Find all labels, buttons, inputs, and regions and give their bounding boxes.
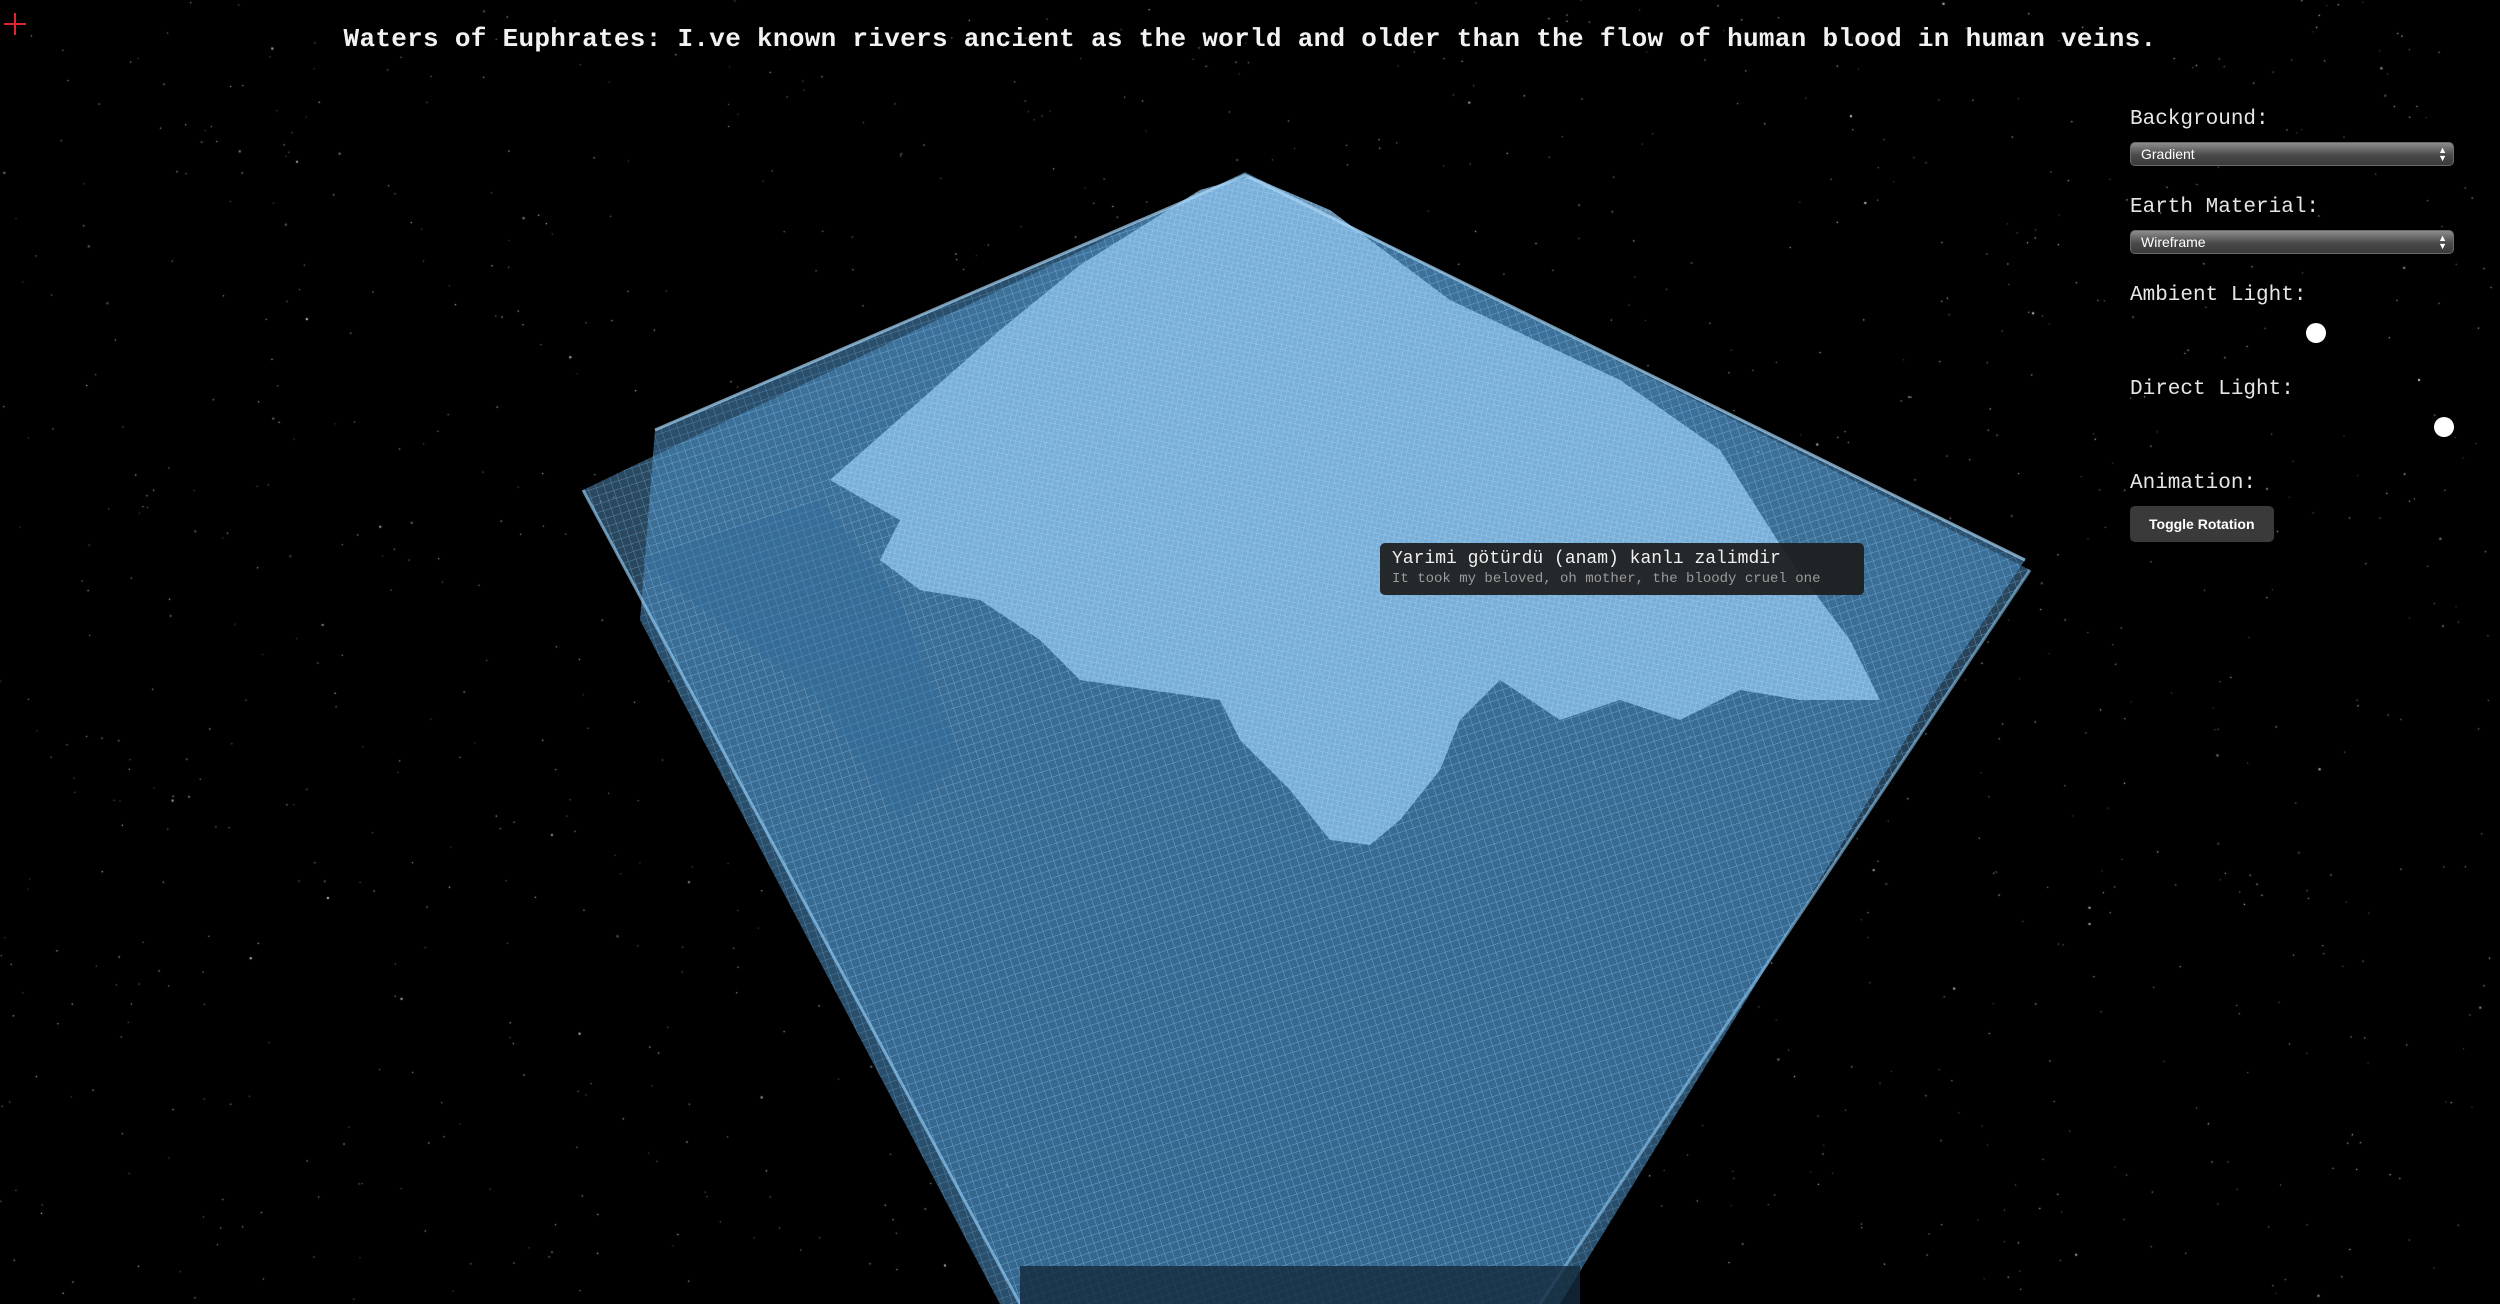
- direct-light-slider[interactable]: [2130, 412, 2454, 442]
- page-title: Waters of Euphrates: I.ve known rivers a…: [343, 24, 2157, 54]
- earth-material-select-value: Wireframe: [2141, 234, 2206, 250]
- lyric-tooltip: Yarimi götürdü (anam) kanlı zalimdir It …: [1380, 543, 1864, 595]
- background-select-value: Gradient: [2141, 146, 2195, 162]
- tooltip-original-text: Yarimi götürdü (anam) kanlı zalimdir: [1392, 549, 1781, 569]
- chevron-updown-icon: ▲ ▼: [2438, 145, 2447, 163]
- slider-track: [2130, 426, 2454, 428]
- slider-track: [2130, 332, 2454, 334]
- tooltip-translation-text: It took my beloved, oh mother, the blood…: [1392, 571, 1821, 587]
- ambient-light-slider-thumb[interactable]: [2306, 323, 2326, 343]
- terrain-wireframe-view[interactable]: [0, 0, 2500, 1304]
- animation-label: Animation:: [2130, 472, 2257, 495]
- ambient-light-label: Ambient Light:: [2130, 284, 2307, 307]
- background-select[interactable]: Gradient ▲ ▼: [2130, 142, 2454, 166]
- control-panel: Background: Gradient ▲ ▼ Earth Material: …: [2130, 108, 2460, 572]
- earth-material-select[interactable]: Wireframe ▲ ▼: [2130, 230, 2454, 254]
- ambient-light-slider[interactable]: [2130, 318, 2454, 348]
- direct-light-label: Direct Light:: [2130, 378, 2294, 401]
- toggle-rotation-button[interactable]: Toggle Rotation: [2130, 506, 2274, 542]
- direct-light-slider-thumb[interactable]: [2434, 417, 2454, 437]
- earth-material-label: Earth Material:: [2130, 196, 2320, 219]
- background-label: Background:: [2130, 108, 2269, 131]
- chevron-updown-icon: ▲ ▼: [2438, 233, 2447, 251]
